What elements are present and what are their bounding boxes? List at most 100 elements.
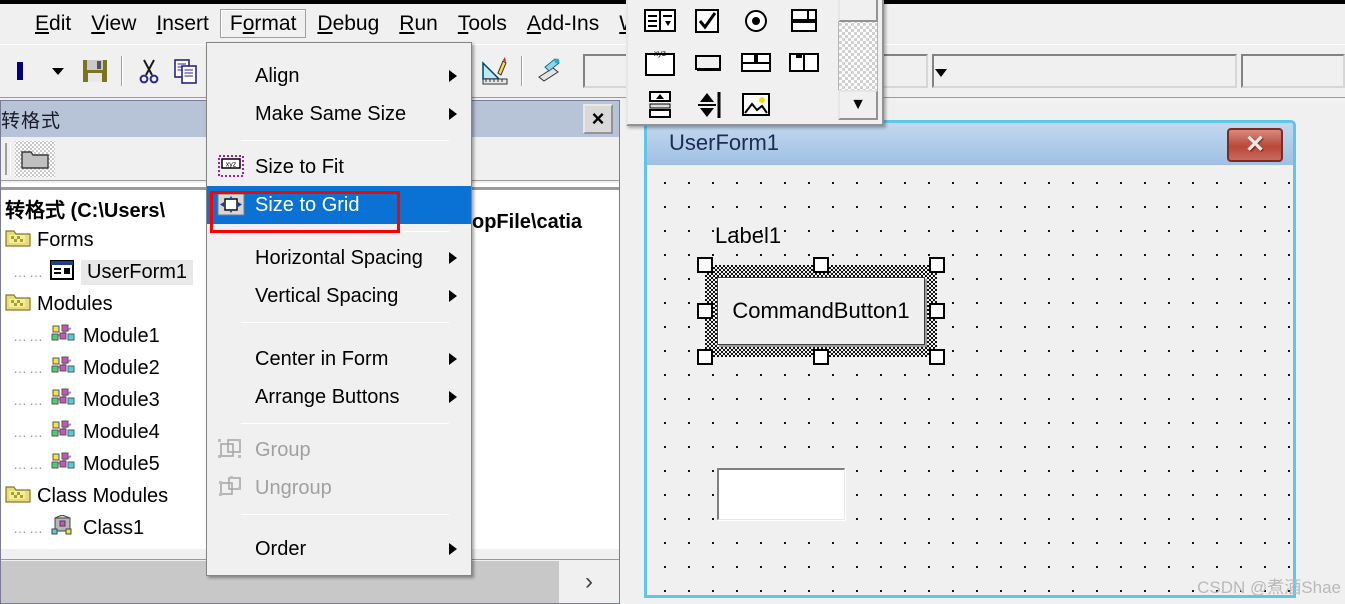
watermark-text: CSDN @煮酒Shae [1197, 578, 1341, 597]
menu-separator [241, 423, 449, 424]
ruler-pencil-icon[interactable] [477, 52, 513, 90]
menu-separator [241, 140, 449, 141]
tree-node-label: Class Modules [37, 484, 169, 507]
toolbar-combo-3[interactable] [1241, 54, 1345, 88]
togglebutton-icon[interactable] [780, 0, 828, 42]
tree-node-label: Module3 [83, 388, 160, 411]
copy-icon[interactable] [167, 52, 203, 90]
image-icon[interactable] [732, 84, 780, 126]
toolbar-separator [121, 56, 124, 86]
menu-item-vertical-spacing[interactable]: Vertical Spacing [207, 277, 471, 315]
menu-item-addins[interactable]: Add-Ins [518, 10, 608, 37]
checkbox-icon[interactable] [684, 0, 732, 42]
project-window-title: 转格式 [1, 110, 62, 132]
listbox-icon[interactable] [636, 0, 684, 42]
menu-item-ungroup[interactable]: Ungroup [207, 469, 471, 507]
resize-handle-e[interactable] [929, 303, 945, 319]
chevron-right-icon [449, 70, 457, 82]
toolbar-combo-2[interactable] [932, 54, 1238, 88]
menu-label: Arrange Buttons [255, 385, 400, 408]
menu-item-format[interactable]: Format [219, 8, 307, 38]
menu-item-center-in-form[interactable]: Center in Form [207, 340, 471, 378]
chevron-right-icon [449, 252, 457, 264]
userform-canvas[interactable]: Label1 CommandButton1 [644, 165, 1296, 598]
menu-item-order[interactable]: Order [207, 530, 471, 568]
folder-icon[interactable] [15, 140, 55, 177]
resize-handle-nw[interactable] [697, 257, 713, 273]
tree-node-label: Modules [37, 292, 113, 315]
menu-label: Center in Form [255, 347, 389, 370]
group-icon [217, 437, 247, 463]
toolbox-scroll-up-button[interactable] [838, 0, 878, 22]
userform-icon [49, 259, 75, 286]
resize-handle-n[interactable] [813, 257, 829, 273]
toolbox-palette[interactable]: xyz ▼ [626, 0, 884, 126]
menu-item-view[interactable]: View [82, 10, 145, 37]
chevron-right-icon [449, 353, 457, 365]
scrollbar-icon[interactable] [636, 84, 684, 126]
tree-node-label: Module4 [83, 420, 160, 443]
toolbox-empty-cell [780, 84, 828, 126]
menu-separator [241, 231, 449, 232]
folder-forms-icon [5, 227, 31, 254]
close-icon[interactable]: × [583, 104, 613, 134]
control-textbox1[interactable] [717, 468, 845, 520]
menu-label: Horizontal Spacing [255, 246, 423, 269]
resize-handle-sw[interactable] [697, 349, 713, 365]
dropdown-arrow-icon[interactable] [40, 52, 76, 90]
toolbox-grid: xyz [636, 0, 828, 126]
tree-connector: …… [13, 456, 45, 472]
menu-item-debug[interactable]: Debug [308, 10, 388, 37]
resize-handle-w[interactable] [697, 303, 713, 319]
tree-connector: …… [13, 328, 45, 344]
resize-handle-ne[interactable] [929, 257, 945, 273]
size-to-fit-icon: xyz [217, 154, 247, 180]
folder-class-icon [5, 483, 31, 510]
folder-modules-icon [5, 291, 31, 318]
module-icon [49, 387, 77, 414]
frame-icon[interactable]: xyz [636, 42, 684, 84]
menu-item-size-to-fit[interactable]: xyz Size to Fit [207, 148, 471, 186]
tree-node-label: Module5 [83, 452, 160, 475]
menu-item-group[interactable]: Group [207, 431, 471, 469]
chevron-right-icon [449, 290, 457, 302]
scroll-right-icon[interactable]: › [559, 560, 619, 603]
module-icon [49, 419, 77, 446]
menu-item-run[interactable]: Run [390, 10, 447, 37]
cut-icon[interactable] [131, 52, 167, 90]
optionbutton-icon[interactable] [732, 0, 780, 42]
tree-node-label: Forms [37, 228, 94, 251]
menu-label: Size to Fit [255, 155, 344, 178]
menu-item-make-same-size[interactable]: Make Same Size [207, 95, 471, 133]
menu-item-horizontal-spacing[interactable]: Horizontal Spacing [207, 239, 471, 277]
toolbox-scroll-down-button[interactable]: ▼ [838, 90, 878, 120]
commandbutton-icon[interactable] [684, 42, 732, 84]
tabstrip-icon[interactable] [732, 42, 780, 84]
toolbar-left-partial-icon[interactable] [4, 52, 40, 90]
format-dropdown-menu[interactable]: Align Make Same Size xyz Size to Fit Siz… [206, 42, 472, 576]
close-icon[interactable]: ✕ [1227, 128, 1283, 162]
object-browser-icon[interactable] [531, 52, 567, 90]
multipage-icon[interactable] [780, 42, 828, 84]
menu-label: Group [255, 438, 311, 461]
menu-item-arrange-buttons[interactable]: Arrange Buttons [207, 378, 471, 416]
menu-label: Vertical Spacing [255, 284, 399, 307]
menu-item-align[interactable]: Align [207, 57, 471, 95]
control-label1[interactable]: Label1 [715, 223, 781, 249]
svg-text:xyz: xyz [226, 162, 237, 169]
userform-titlebar[interactable]: UserForm1 ✕ [644, 120, 1296, 165]
menu-item-insert[interactable]: Insert [147, 10, 218, 37]
chevron-right-icon [449, 108, 457, 120]
tree-connector: …… [13, 360, 45, 376]
resize-handle-se[interactable] [929, 349, 945, 365]
resize-handle-s[interactable] [813, 349, 829, 365]
save-icon[interactable] [77, 52, 113, 90]
menu-item-edit[interactable]: Edit [26, 10, 80, 37]
menu-separator [241, 322, 449, 323]
menu-item-tools[interactable]: Tools [449, 10, 516, 37]
menu-item-size-to-grid[interactable]: Size to Grid [207, 186, 471, 224]
size-to-grid-icon [217, 192, 247, 218]
selection-marquee: CommandButton1 [697, 257, 945, 365]
spinbutton-icon[interactable] [684, 84, 732, 126]
control-commandbutton1[interactable]: CommandButton1 [717, 277, 925, 345]
